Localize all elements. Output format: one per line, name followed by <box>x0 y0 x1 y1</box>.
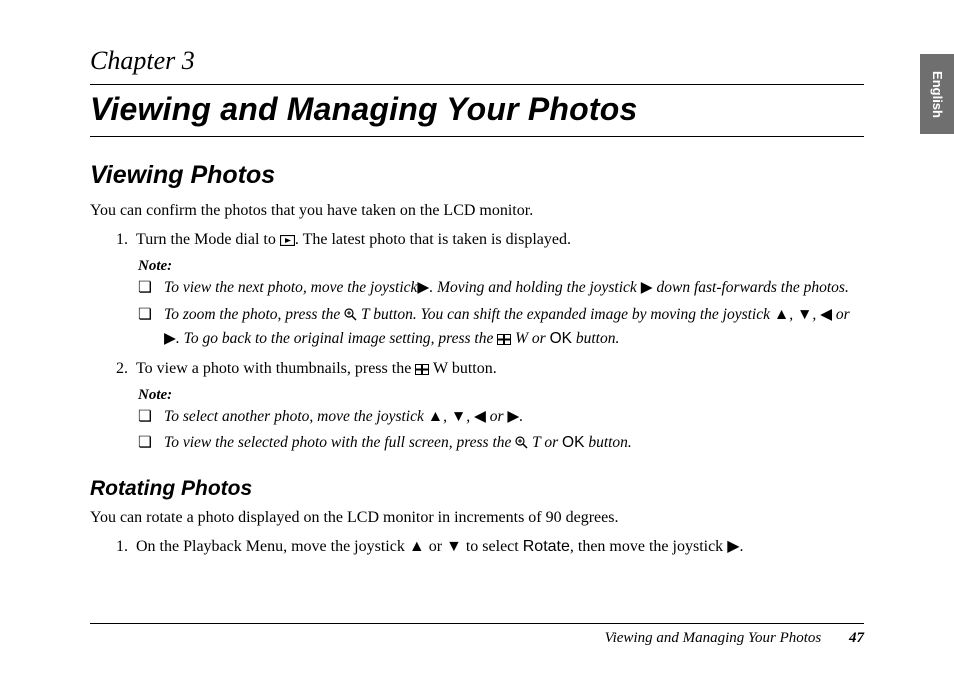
subsection-rotating: Rotating Photos <box>90 477 864 501</box>
thumbnail-icon <box>415 359 429 383</box>
rule-top <box>90 84 864 85</box>
zoom-in-icon <box>515 434 528 456</box>
note-list-2: To select another photo, move the joysti… <box>138 406 864 457</box>
up-arrow-icon: ▲ <box>409 538 425 555</box>
page-footer: Viewing and Managing Your Photos 47 <box>90 623 864 647</box>
chapter-title: Viewing and Managing Your Photos <box>90 91 864 128</box>
rule-under-title <box>90 136 864 137</box>
steps-list-1b: To view a photo with thumbnails, press t… <box>90 357 864 383</box>
right-arrow-icon: ▶ <box>507 408 519 425</box>
note-2a: To select another photo, move the joysti… <box>138 406 864 428</box>
page-content: Chapter 3 Viewing and Managing Your Phot… <box>0 0 954 559</box>
note-2b: To view the selected photo with the full… <box>138 432 864 456</box>
chapter-label: Chapter 3 <box>90 46 864 76</box>
rotate-step-1: On the Playback Menu, move the joystick … <box>132 535 864 559</box>
right-arrow-icon: ▶ <box>727 538 739 555</box>
zoom-out-icon <box>497 330 511 352</box>
footer-title: Viewing and Managing Your Photos <box>605 630 822 646</box>
note-1a: To view the next photo, move the joystic… <box>138 277 864 299</box>
step-1: Turn the Mode dial to . The latest photo… <box>132 228 864 254</box>
steps-list-1: Turn the Mode dial to . The latest photo… <box>90 228 864 254</box>
note-label-1: Note: <box>138 258 864 275</box>
rotate-menu-item: Rotate <box>523 538 570 555</box>
section-viewing-photos: Viewing Photos <box>90 161 864 190</box>
down-arrow-icon: ▼ <box>797 306 812 323</box>
rotating-intro: You can rotate a photo displayed on the … <box>90 507 864 529</box>
footer-rule <box>90 623 864 624</box>
step-2: To view a photo with thumbnails, press t… <box>132 357 864 383</box>
zoom-in-icon <box>344 306 357 328</box>
note-list-1: To view the next photo, move the joystic… <box>138 277 864 352</box>
page-number: 47 <box>849 630 864 646</box>
intro-text: You can confirm the photos that you have… <box>90 200 864 222</box>
playback-mode-icon <box>280 230 295 254</box>
left-arrow-icon: ◀ <box>474 408 486 425</box>
down-arrow-icon: ▼ <box>446 538 462 555</box>
steps-list-2: On the Playback Menu, move the joystick … <box>90 535 864 559</box>
note-label-2: Note: <box>138 387 864 404</box>
note-1b: To zoom the photo, press the T button. Y… <box>138 304 864 353</box>
down-arrow-icon: ▼ <box>451 408 466 425</box>
up-arrow-icon: ▲ <box>428 408 443 425</box>
right-arrow-icon: ▶ <box>641 279 653 296</box>
right-arrow-icon: ▶ <box>164 330 176 347</box>
left-arrow-icon: ◀ <box>820 306 832 323</box>
language-tab: English <box>920 54 954 134</box>
up-arrow-icon: ▲ <box>774 306 789 323</box>
right-arrow-icon: ▶ <box>417 279 429 296</box>
